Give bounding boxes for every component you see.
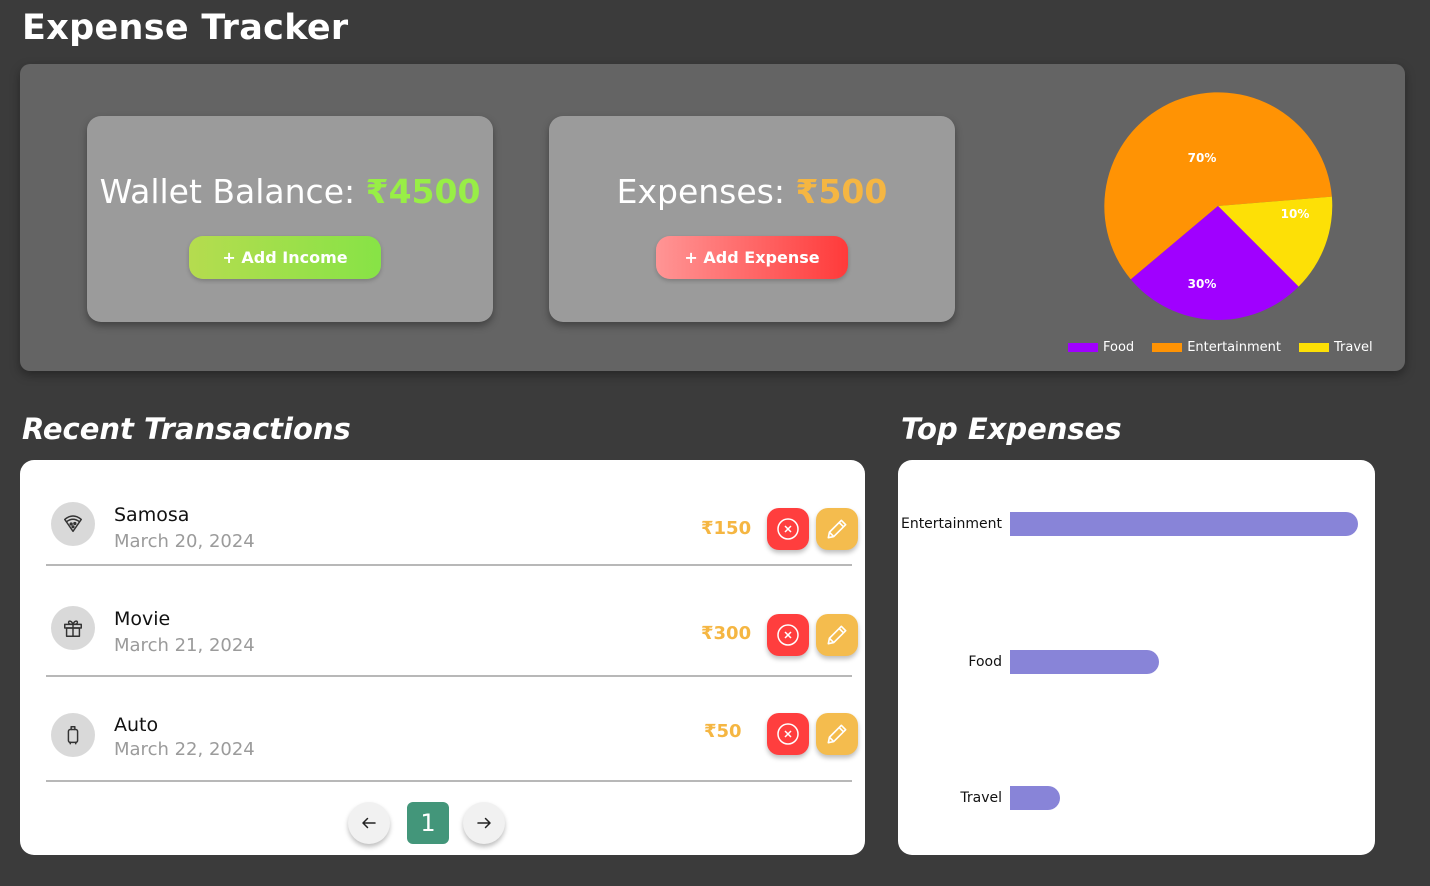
- expenses-label: Expenses:: [616, 172, 796, 211]
- delete-transaction-button[interactable]: [767, 508, 809, 550]
- wallet-balance-amount: ₹4500: [365, 172, 481, 211]
- legend-item-entertainment: Entertainment: [1152, 340, 1281, 355]
- pencil-icon: [827, 625, 847, 645]
- expenses-card: Expenses: ₹500 + Add Expense: [549, 116, 955, 322]
- expenses-amount: ₹500: [795, 172, 888, 211]
- close-circle-icon: [777, 624, 799, 646]
- legend-label-entertainment: Entertainment: [1187, 340, 1281, 355]
- transaction-date: March 21, 2024: [114, 635, 255, 656]
- wallet-balance-card: Wallet Balance: ₹4500 + Add Income: [87, 116, 493, 322]
- transaction-date: March 20, 2024: [114, 531, 255, 552]
- legend-item-food: Food: [1068, 340, 1134, 355]
- close-circle-icon: [777, 723, 799, 745]
- pie-label-travel: 10%: [1280, 207, 1310, 221]
- expense-pie-chart: 70% 10% 30%: [1082, 88, 1338, 328]
- transaction-name: Samosa: [114, 504, 190, 526]
- recent-transactions-panel: Samosa March 20, 2024 ₹150 Movie March 2…: [20, 460, 865, 855]
- arrow-right-icon: [477, 817, 491, 829]
- edit-transaction-button[interactable]: [816, 713, 858, 755]
- transaction-row: Samosa March 20, 2024 ₹150: [46, 460, 858, 566]
- legend-label-food: Food: [1103, 340, 1135, 355]
- pie-label-entertainment: 70%: [1187, 151, 1217, 165]
- delete-transaction-button[interactable]: [767, 713, 809, 755]
- top-expenses-title: Top Expenses: [901, 412, 1122, 446]
- transaction-amount: ₹50: [704, 721, 742, 742]
- legend-label-travel: Travel: [1334, 340, 1373, 355]
- edit-transaction-button[interactable]: [816, 508, 858, 550]
- bar-travel: [1010, 786, 1060, 810]
- delete-transaction-button[interactable]: [767, 614, 809, 656]
- legend-swatch-travel: [1299, 343, 1329, 352]
- legend-item-travel: Travel: [1299, 340, 1373, 355]
- transaction-row: Auto March 22, 2024 ₹50: [46, 676, 858, 782]
- pie-legend: Food Entertainment Travel: [1068, 340, 1373, 355]
- pizza-icon: [51, 502, 95, 546]
- app-title: Expense Tracker: [22, 8, 349, 48]
- wallet-balance-label: Wallet Balance:: [99, 172, 366, 211]
- legend-swatch-food: [1068, 343, 1098, 352]
- pencil-icon: [827, 519, 847, 539]
- pie-label-food: 30%: [1187, 277, 1217, 291]
- top-expenses-chart: Entertainment Food Travel: [898, 460, 1375, 855]
- add-income-button[interactable]: + Add Income: [189, 236, 381, 279]
- next-page-button[interactable]: [463, 802, 505, 844]
- current-page-indicator: 1: [407, 802, 449, 844]
- gift-icon: [51, 606, 95, 650]
- bar-entertainment: [1010, 512, 1358, 536]
- transaction-amount: ₹150: [701, 518, 752, 539]
- legend-swatch-entertainment: [1152, 343, 1183, 352]
- edit-transaction-button[interactable]: [816, 614, 858, 656]
- bar-label-food: Food: [968, 654, 1002, 670]
- arrow-left-icon: [362, 817, 376, 829]
- wallet-balance-heading: Wallet Balance: ₹4500: [87, 172, 493, 211]
- close-circle-icon: [777, 518, 799, 540]
- transaction-row: Movie March 21, 2024 ₹300: [46, 571, 858, 677]
- bar-label-entertainment: Entertainment: [900, 516, 1002, 532]
- summary-panel: Wallet Balance: ₹4500 + Add Income Expen…: [20, 64, 1405, 371]
- recent-transactions-title: Recent Transactions: [22, 412, 351, 446]
- luggage-icon: [51, 713, 95, 757]
- expenses-heading: Expenses: ₹500: [549, 172, 955, 211]
- bar-label-travel: Travel: [960, 790, 1002, 806]
- transaction-date: March 22, 2024: [114, 739, 255, 760]
- add-expense-button[interactable]: + Add Expense: [656, 236, 848, 279]
- previous-page-button[interactable]: [348, 802, 390, 844]
- transaction-name: Movie: [114, 608, 171, 630]
- pencil-icon: [827, 724, 847, 744]
- transaction-amount: ₹300: [701, 623, 752, 644]
- transaction-name: Auto: [114, 714, 159, 736]
- bar-food: [1010, 650, 1159, 674]
